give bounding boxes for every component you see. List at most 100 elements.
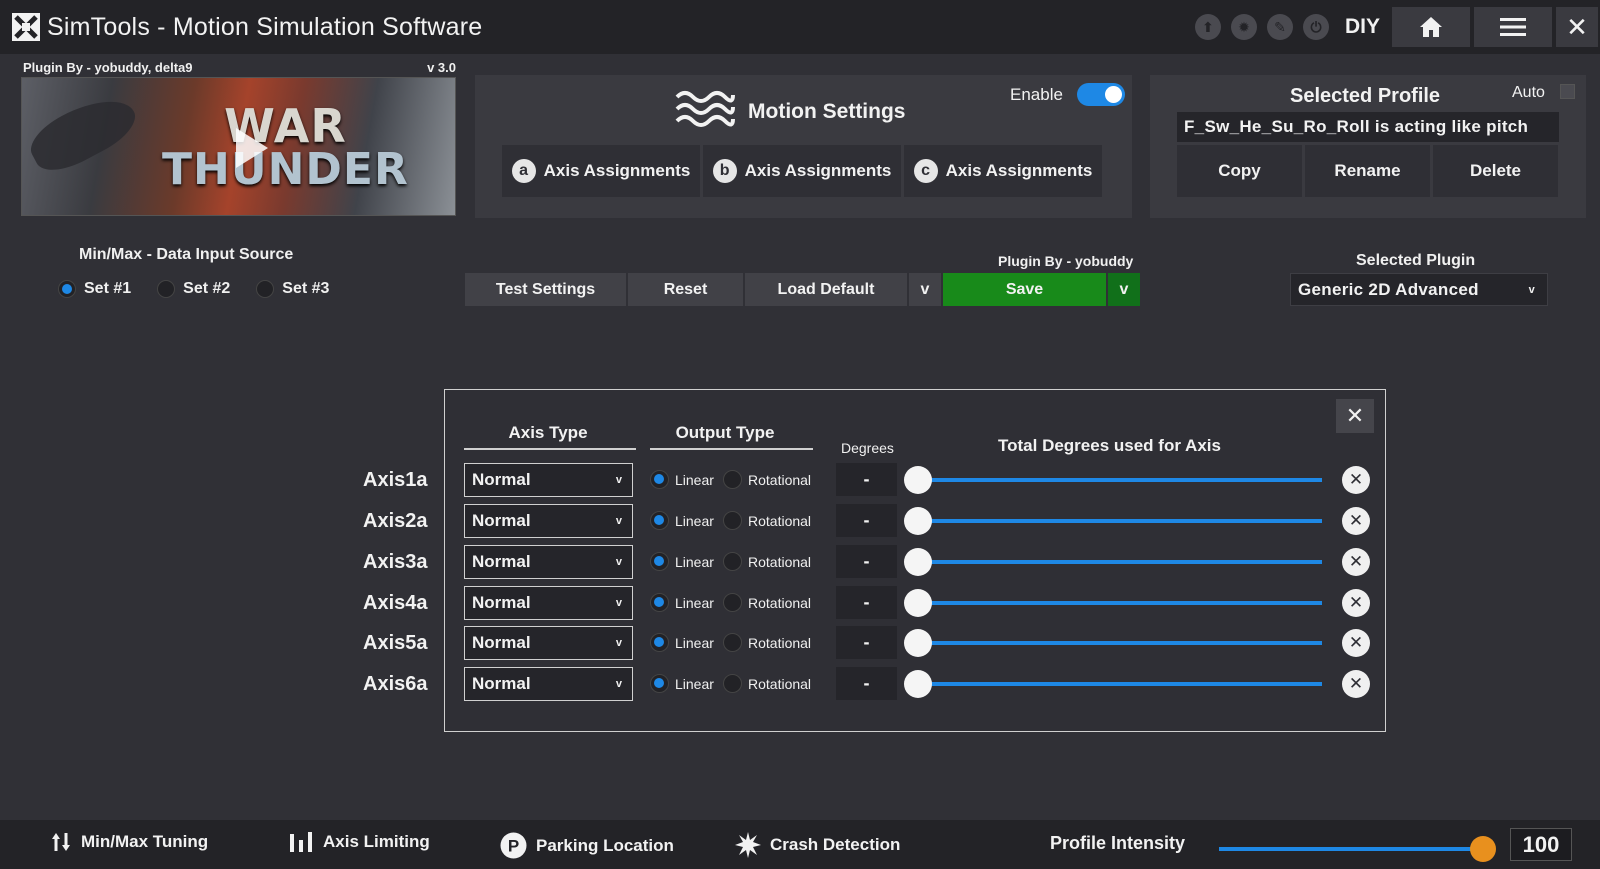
axis3a-rotational-option[interactable]: Rotational — [723, 552, 811, 571]
axis1a-type-select[interactable]: Normal v — [464, 463, 633, 497]
load-default-button[interactable]: Load Default — [745, 273, 907, 306]
axis1a-linear-option[interactable]: Linear — [650, 470, 714, 489]
axis6a-degrees-slider-track[interactable] — [907, 682, 1322, 686]
power-icon[interactable]: ⏻ — [1302, 14, 1329, 40]
set-1-radio[interactable] — [58, 280, 76, 298]
reset-button[interactable]: Reset — [628, 273, 743, 306]
test-settings-button[interactable]: Test Settings — [465, 273, 626, 306]
axis5a-linear-option[interactable]: Linear — [650, 633, 714, 652]
diy-button[interactable]: DIY — [1345, 15, 1380, 39]
axis2a-type-select[interactable]: Normal v — [464, 504, 633, 538]
load-default-dropdown-button[interactable]: v — [909, 273, 941, 306]
set-2-option[interactable]: Set #2 — [157, 280, 230, 298]
axis3a-degrees-field[interactable]: - — [836, 545, 897, 578]
enable-label: Enable — [1010, 85, 1063, 104]
window-close-button[interactable]: ✕ — [1556, 7, 1598, 47]
axis4a-degrees-slider-track[interactable] — [907, 601, 1322, 605]
settings-icon[interactable]: ✹ — [1230, 14, 1257, 40]
parking-location-button[interactable]: P Parking Location — [500, 832, 674, 859]
axis3a-degrees-slider-track[interactable] — [907, 560, 1322, 564]
min-max-tuning-button[interactable]: Min/Max Tuning — [50, 832, 208, 852]
axis5a-rotational-option[interactable]: Rotational — [723, 633, 811, 652]
save-button[interactable]: Save — [943, 273, 1106, 306]
axis2a-rotational-option[interactable]: Rotational — [723, 511, 811, 530]
axis1a-clear-button[interactable]: ✕ — [1342, 466, 1370, 494]
profile-name-field[interactable]: F_Sw_He_Su_Ro_Roll is acting like pitch — [1177, 112, 1559, 142]
axis6a-degrees-slider-knob[interactable] — [904, 670, 932, 698]
axis4a-degrees-slider-knob[interactable] — [904, 589, 932, 617]
axis4a-linear-option[interactable]: Linear — [650, 593, 714, 612]
game-banner[interactable]: WAR THUNDER — [21, 77, 456, 216]
axis5a-type-select[interactable]: Normal v — [464, 626, 633, 660]
axis1a-degrees-field[interactable]: - — [836, 463, 897, 496]
axis4a-type-select[interactable]: Normal v — [464, 586, 633, 620]
axis4a-clear-button[interactable]: ✕ — [1342, 589, 1370, 617]
axis2a-degrees-field[interactable]: - — [836, 504, 897, 537]
axis5a-clear-button[interactable]: ✕ — [1342, 629, 1370, 657]
selected-plugin-select[interactable]: Generic 2D Advanced v — [1290, 273, 1548, 306]
axis3a-degrees-slider-knob[interactable] — [904, 548, 932, 576]
axis1a-rotational-option[interactable]: Rotational — [723, 470, 811, 489]
axis5a-label: Axis5a — [363, 632, 428, 654]
axis2a-clear-button[interactable]: ✕ — [1342, 507, 1370, 535]
axis5a-degrees-slider-knob[interactable] — [904, 629, 932, 657]
tab-axis-assignments-c[interactable]: c Axis Assignments — [904, 145, 1102, 197]
axis2a-linear-radio[interactable] — [650, 511, 669, 530]
dialog-close-button[interactable]: ✕ — [1336, 399, 1374, 433]
axis5a-degrees-field[interactable]: - — [836, 626, 897, 659]
axis6a-linear-radio[interactable] — [650, 674, 669, 693]
axis6a-rotational-option[interactable]: Rotational — [723, 674, 811, 693]
axis1a-degrees-slider-knob[interactable] — [904, 466, 932, 494]
profile-buttons: Copy Rename Delete — [1177, 145, 1561, 197]
axis6a-clear-button[interactable]: ✕ — [1342, 670, 1370, 698]
profile-intensity-slider-track[interactable] — [1219, 847, 1483, 851]
axis2a-degrees-slider-knob[interactable] — [904, 507, 932, 535]
home-button[interactable] — [1392, 7, 1470, 47]
axis5a-degrees-slider-track[interactable] — [907, 641, 1322, 645]
copy-button[interactable]: Copy — [1177, 145, 1302, 197]
close-circle-icon: ✕ — [1348, 470, 1364, 489]
axis6a-type-select[interactable]: Normal v — [464, 667, 633, 701]
set-2-radio[interactable] — [157, 280, 176, 298]
axis1a-linear-radio[interactable] — [650, 470, 669, 489]
rename-button[interactable]: Rename — [1305, 145, 1430, 197]
axis6a-rotational-radio[interactable] — [723, 674, 742, 693]
set-1-option[interactable]: Set #1 — [58, 280, 131, 298]
axis3a-type-select[interactable]: Normal v — [464, 545, 633, 579]
axis3a-linear-option[interactable]: Linear — [650, 552, 714, 571]
profile-intensity-label: Profile Intensity — [1050, 833, 1186, 853]
chevron-down-icon: v — [615, 515, 622, 527]
axis3a-linear-radio[interactable] — [650, 552, 669, 571]
axis2a-linear-option[interactable]: Linear — [650, 511, 714, 530]
axis6a-linear-option[interactable]: Linear — [650, 674, 714, 693]
axis4a-rotational-option[interactable]: Rotational — [723, 593, 811, 612]
delete-button[interactable]: Delete — [1433, 145, 1558, 197]
crash-detection-button[interactable]: Crash Detection — [735, 832, 900, 858]
save-dropdown-button[interactable]: v — [1108, 273, 1140, 306]
axis3a-rotational-radio[interactable] — [723, 552, 742, 571]
axis1a-rotational-radio[interactable] — [723, 470, 742, 489]
axis-limiting-button[interactable]: Axis Limiting — [290, 832, 430, 852]
menu-button[interactable] — [1474, 7, 1552, 47]
axis1a-degrees-slider-track[interactable] — [907, 478, 1322, 482]
upload-icon[interactable]: ⬆ — [1194, 14, 1221, 40]
tab-axis-assignments-a[interactable]: a Axis Assignments — [502, 145, 700, 197]
set-3-option[interactable]: Set #3 — [256, 280, 329, 298]
tab-axis-assignments-b[interactable]: b Axis Assignments — [703, 145, 901, 197]
axis2a-rotational-radio[interactable] — [723, 511, 742, 530]
edit-icon[interactable]: ✎ — [1266, 14, 1293, 40]
axis3a-clear-button[interactable]: ✕ — [1342, 548, 1370, 576]
axis2a-degrees-slider-track[interactable] — [907, 519, 1322, 523]
profile-intensity-value[interactable]: 100 — [1510, 828, 1572, 861]
axis5a-linear-radio[interactable] — [650, 633, 669, 652]
set-3-radio[interactable] — [256, 280, 275, 298]
play-icon[interactable] — [236, 128, 268, 168]
axis6a-degrees-field[interactable]: - — [836, 667, 897, 700]
axis5a-rotational-radio[interactable] — [723, 633, 742, 652]
enable-toggle[interactable] — [1077, 83, 1125, 106]
profile-intensity-slider-knob[interactable] — [1470, 836, 1496, 862]
axis4a-degrees-field[interactable]: - — [836, 586, 897, 619]
axis4a-linear-radio[interactable] — [650, 593, 669, 612]
auto-checkbox[interactable] — [1560, 84, 1575, 99]
axis4a-rotational-radio[interactable] — [723, 593, 742, 612]
